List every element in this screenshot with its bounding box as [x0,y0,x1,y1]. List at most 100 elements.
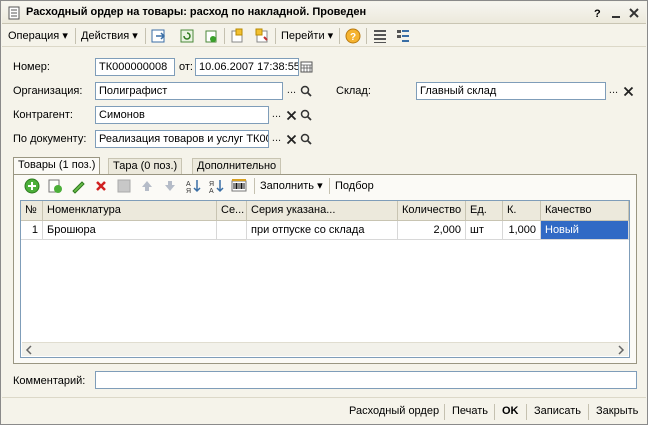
help-icon[interactable]: ? [345,28,361,44]
delete-row-icon[interactable] [93,178,109,194]
sort-descending-icon[interactable]: ЯА [208,178,224,194]
tab-additional[interactable]: Дополнительно [192,158,282,175]
column-header-quantity[interactable]: Количество [398,201,466,221]
expense-order-button[interactable]: Расходный ордер [349,403,439,419]
edit-row-icon[interactable] [70,178,86,194]
column-header-item[interactable]: Номенклатура [43,201,217,221]
minimize-button[interactable] [608,5,624,21]
table-cell-series-specified[interactable]: при отпуске со склада [247,221,398,240]
close-icon [629,8,639,18]
table-cell-series[interactable] [217,221,247,240]
column-header-coefficient[interactable]: К. [503,201,541,221]
counterparty-field[interactable]: Симонов [95,106,269,124]
end-edit-icon [117,179,131,193]
organization-select-button[interactable]: ... [284,82,299,100]
counterparty-open-icon[interactable] [299,106,314,124]
table-cell-item[interactable]: Брошюра [43,221,217,240]
post-icon[interactable] [151,28,167,44]
close-button[interactable]: Закрыть [596,403,638,419]
add-row-icon[interactable] [24,178,40,194]
counterparty-label: Контрагент: [13,109,73,121]
warehouse-field[interactable]: Главный склад [416,82,606,100]
svg-text:А: А [209,188,214,194]
separator [275,28,276,44]
column-header-quality[interactable]: Качество [541,201,629,221]
tab-goods[interactable]: Товары (1 поз.) [13,157,101,175]
goods-table[interactable]: № Номенклатура Се... Серия указана... Ко… [20,200,630,358]
separator [339,28,340,44]
structure-icon[interactable] [254,28,270,44]
document-clear-icon[interactable] [284,130,299,148]
save-button[interactable]: Записать [534,403,581,419]
organization-field[interactable]: Полиграфист [95,82,283,100]
scroll-right-icon[interactable] [616,345,626,355]
scroll-left-icon[interactable] [24,345,34,355]
copy-icon[interactable] [203,28,219,44]
warehouse-label: Склад: [336,85,371,97]
separator [75,28,76,44]
separator [145,28,146,44]
separator [224,28,225,44]
actions-menu[interactable]: Действия ▾ [81,28,138,44]
refresh-icon[interactable] [179,28,195,44]
print-button[interactable]: Печать [452,403,488,419]
move-up-icon[interactable] [139,178,155,194]
operation-menu[interactable]: Операция ▾ [8,28,68,44]
column-header-series[interactable]: Се... [217,201,247,221]
minimize-icon [612,16,620,18]
svg-text:Я: Я [209,181,214,188]
svg-text:?: ? [350,32,356,43]
svg-text:А: А [186,181,191,188]
title-bar: Расходный ордер на товары: расход по нак… [2,2,646,24]
warehouse-select-button[interactable]: ... [606,82,621,100]
sort-ascending-icon[interactable]: АЯ [185,178,201,194]
fill-menu-label: Заполнить [260,180,315,192]
table-cell-quality[interactable]: Новый [541,221,629,240]
close-window-button[interactable] [626,5,642,21]
fill-menu[interactable]: Заполнить ▾ [260,178,323,194]
column-header-series-specified[interactable]: Серия указана... [247,201,398,221]
document-field[interactable]: Реализация товаров и услуг ТК00 [95,130,269,148]
list-view-icon[interactable] [372,28,388,44]
separator [254,178,255,194]
counterparty-clear-icon[interactable] [284,106,299,124]
table-cell-number[interactable]: 1 [21,221,43,240]
warehouse-clear-icon[interactable] [621,82,636,100]
tab-packaging[interactable]: Тара (0 поз.) [108,158,183,175]
separator [526,404,527,420]
barcode-icon[interactable] [231,178,247,194]
comment-field[interactable] [95,371,637,389]
organization-label: Организация: [13,85,83,97]
ok-button[interactable]: OK [502,403,519,419]
svg-text:Я: Я [186,188,191,194]
move-down-icon[interactable] [162,178,178,194]
calendar-icon[interactable] [299,58,314,76]
number-field[interactable]: ТК000000008 [95,58,175,76]
document-open-icon[interactable] [299,130,314,148]
date-label: от: [179,61,193,73]
help-button[interactable]: ? [590,5,606,21]
date-field[interactable]: 10.06.2007 17:38:55 [195,58,299,76]
horizontal-scrollbar[interactable] [22,342,628,356]
operation-menu-label: Операция [8,30,60,42]
organization-open-icon[interactable] [299,82,314,100]
document-select-button[interactable]: ... [269,130,284,148]
goto-menu[interactable]: Перейти ▾ [281,28,333,44]
counterparty-select-button[interactable]: ... [269,106,284,124]
based-on-icon[interactable] [230,28,246,44]
separator [588,404,589,420]
table-cell-unit[interactable]: шт [466,221,503,240]
column-header-number[interactable]: № [21,201,43,221]
separator [444,404,445,420]
copy-row-icon[interactable] [47,178,63,194]
separator [366,28,367,44]
pick-button[interactable]: Подбор [335,178,374,194]
document-icon [8,6,20,20]
table-cell-quantity[interactable]: 2,000 [398,221,466,240]
column-header-unit[interactable]: Ед. [466,201,503,221]
document-window: Расходный ордер на товары: расход по нак… [0,0,648,425]
svg-text:?: ? [594,8,601,20]
hierarchy-icon[interactable] [395,28,411,44]
table-cell-coefficient[interactable]: 1,000 [503,221,541,240]
separator [329,178,330,194]
